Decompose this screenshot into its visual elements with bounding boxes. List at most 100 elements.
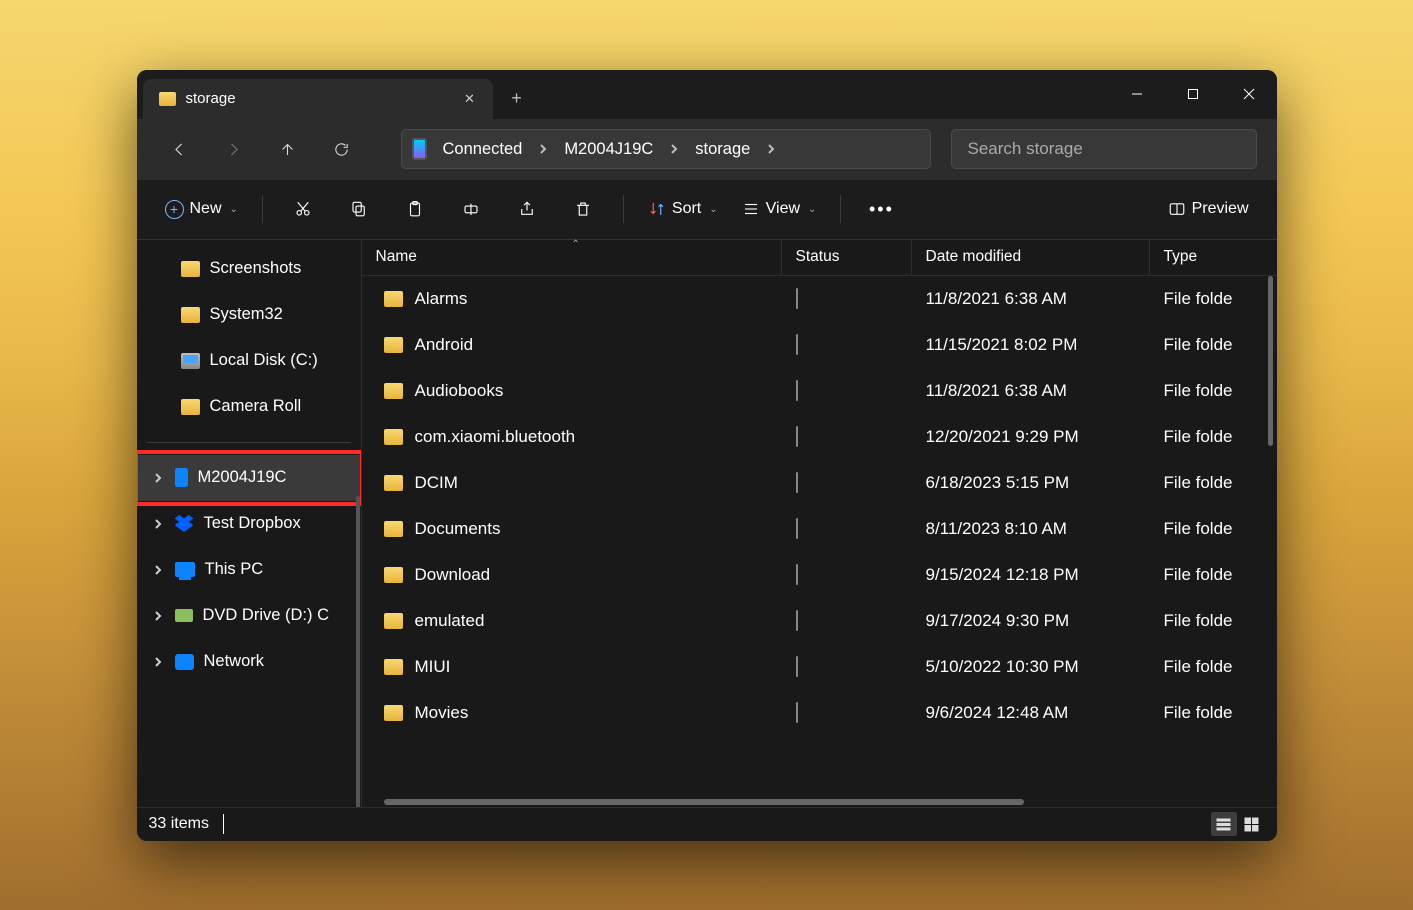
sidebar-item-this-pc[interactable]: This PC	[137, 547, 361, 593]
pc-icon	[175, 562, 195, 577]
folder-icon	[384, 383, 403, 399]
phone-status-icon	[796, 380, 798, 401]
table-row[interactable]: Documents8/11/2023 8:10 AMFile folde	[362, 506, 1277, 552]
folder-icon	[181, 399, 200, 415]
tab-storage[interactable]: storage ✕	[143, 79, 493, 119]
item-count: 33 items	[149, 815, 209, 833]
new-tab-button[interactable]: +	[493, 79, 541, 119]
file-date: 11/8/2021 6:38 AM	[912, 381, 1150, 401]
refresh-button[interactable]	[319, 129, 365, 169]
folder-icon	[181, 261, 200, 277]
file-date: 11/8/2021 6:38 AM	[912, 289, 1150, 309]
breadcrumb-root[interactable]: Connected	[435, 136, 531, 163]
chevron-right-icon[interactable]	[665, 144, 683, 154]
table-row[interactable]: Android11/15/2021 8:02 PMFile folde	[362, 322, 1277, 368]
dvd-icon	[175, 609, 193, 622]
file-name: emulated	[415, 611, 485, 631]
sidebar-item-device[interactable]: M2004J19C	[137, 455, 361, 501]
column-header-status[interactable]: Status	[782, 240, 912, 275]
title-bar: storage ✕ +	[137, 70, 1277, 119]
folder-icon	[384, 613, 403, 629]
copy-button[interactable]	[333, 190, 385, 228]
phone-status-icon	[796, 702, 798, 723]
rename-button[interactable]	[445, 190, 497, 228]
file-type: File folde	[1150, 565, 1277, 585]
preview-button[interactable]: Preview	[1158, 190, 1259, 228]
address-bar[interactable]: Connected M2004J19C storage	[401, 129, 931, 169]
file-type: File folde	[1150, 473, 1277, 493]
breadcrumb-folder[interactable]: storage	[687, 136, 758, 163]
file-name: com.xiaomi.bluetooth	[415, 427, 576, 447]
thumbnails-view-button[interactable]	[1239, 812, 1265, 836]
phone-status-icon	[796, 518, 798, 539]
file-date: 6/18/2023 5:15 PM	[912, 473, 1150, 493]
file-explorer-window: storage ✕ + Connected M2004J19C storage …	[137, 70, 1277, 841]
table-row[interactable]: emulated9/17/2024 9:30 PMFile folde	[362, 598, 1277, 644]
sidebar-item-camera-roll[interactable]: Camera Roll	[137, 384, 361, 430]
vertical-scrollbar[interactable]	[1268, 276, 1273, 446]
expand-icon[interactable]	[151, 611, 165, 621]
share-button[interactable]	[501, 190, 553, 228]
file-date: 9/6/2024 12:48 AM	[912, 703, 1150, 723]
maximize-button[interactable]	[1165, 70, 1221, 119]
sidebar-item-dvd-drive[interactable]: DVD Drive (D:) C	[137, 593, 361, 639]
file-name: Audiobooks	[415, 381, 504, 401]
file-name: Movies	[415, 703, 469, 723]
column-header-type[interactable]: Type	[1150, 240, 1277, 275]
network-icon	[175, 654, 194, 670]
forward-button[interactable]	[211, 129, 257, 169]
chevron-down-icon: ⌄	[709, 204, 717, 215]
file-type: File folde	[1150, 519, 1277, 539]
table-row[interactable]: com.xiaomi.bluetooth 12/20/2021 9:29 PMFi…	[362, 414, 1277, 460]
table-row[interactable]: Download9/15/2024 12:18 PMFile folde	[362, 552, 1277, 598]
command-bar: + New ⌄ Sort ⌄ View ⌄ ••• Preview	[137, 180, 1277, 240]
more-button[interactable]: •••	[855, 190, 907, 228]
sidebar-item-dropbox[interactable]: Test Dropbox	[137, 501, 361, 547]
folder-icon	[384, 429, 403, 445]
table-row[interactable]: MIUI5/10/2022 10:30 PMFile folde	[362, 644, 1277, 690]
cut-button[interactable]	[277, 190, 329, 228]
folder-icon	[384, 521, 403, 537]
close-tab-button[interactable]: ✕	[459, 88, 481, 110]
sidebar-item-local-disk[interactable]: Local Disk (C:)	[137, 338, 361, 384]
file-type: File folde	[1150, 657, 1277, 677]
column-header-date[interactable]: Date modified	[912, 240, 1150, 275]
expand-icon[interactable]	[151, 519, 165, 529]
sidebar-item-screenshots[interactable]: Screenshots	[137, 246, 361, 292]
disk-icon	[181, 353, 200, 369]
sort-button[interactable]: Sort ⌄	[638, 190, 728, 228]
table-row[interactable]: DCIM6/18/2023 5:15 PMFile folde	[362, 460, 1277, 506]
expand-icon[interactable]	[151, 565, 165, 575]
expand-icon[interactable]	[151, 473, 165, 483]
back-button[interactable]	[157, 129, 203, 169]
phone-status-icon	[796, 656, 798, 677]
new-button[interactable]: + New ⌄	[155, 190, 248, 228]
details-view-button[interactable]	[1211, 812, 1237, 836]
file-date: 12/20/2021 9:29 PM	[912, 427, 1150, 447]
close-window-button[interactable]	[1221, 70, 1277, 119]
sidebar-item-system32[interactable]: System32	[137, 292, 361, 338]
search-input[interactable]: Search storage	[951, 129, 1257, 169]
file-date: 11/15/2021 8:02 PM	[912, 335, 1150, 355]
expand-icon[interactable]	[151, 657, 165, 667]
status-separator	[223, 814, 225, 834]
folder-icon	[181, 307, 200, 323]
phone-icon	[175, 468, 188, 487]
breadcrumb-device[interactable]: M2004J19C	[556, 136, 661, 163]
file-type: File folde	[1150, 427, 1277, 447]
horizontal-scrollbar[interactable]	[384, 799, 1024, 805]
delete-button[interactable]	[557, 190, 609, 228]
chevron-right-icon[interactable]	[534, 144, 552, 154]
table-row[interactable]: Audiobooks11/8/2021 6:38 AMFile folde	[362, 368, 1277, 414]
up-button[interactable]	[265, 129, 311, 169]
chevron-right-icon[interactable]	[762, 144, 780, 154]
device-icon	[412, 138, 427, 160]
minimize-button[interactable]	[1109, 70, 1165, 119]
sidebar-item-network[interactable]: Network	[137, 639, 361, 685]
paste-button[interactable]	[389, 190, 441, 228]
table-row[interactable]: Alarms11/8/2021 6:38 AMFile folde	[362, 276, 1277, 322]
sidebar-scrollbar[interactable]	[356, 496, 360, 807]
phone-status-icon	[796, 426, 798, 447]
table-row[interactable]: Movies9/6/2024 12:48 AMFile folde	[362, 690, 1277, 736]
view-button[interactable]: View ⌄	[732, 190, 827, 228]
